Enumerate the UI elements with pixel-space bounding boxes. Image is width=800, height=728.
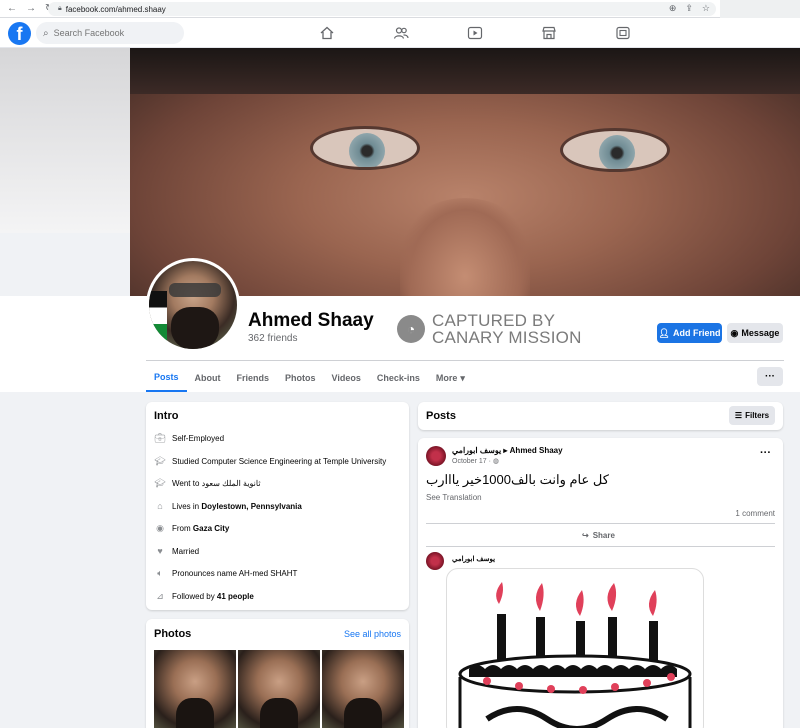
tab-friends[interactable]: Friends — [229, 364, 278, 392]
search-icon: ⌕ — [43, 27, 49, 39]
post-date[interactable]: October 17 · ◍ — [452, 457, 499, 465]
tab-about[interactable]: About — [187, 364, 229, 392]
search-input[interactable] — [53, 28, 164, 38]
intro-highschool: 🎓︎ Went to ثانوية الملك سعود — [154, 477, 261, 488]
filters-button[interactable]: ☰ Filters — [729, 406, 775, 425]
share-icon[interactable]: ⇪ — [685, 3, 693, 14]
intro-relationship: ♥ Married — [154, 546, 199, 556]
sliders-icon: ☰ — [734, 411, 743, 420]
share-arrow-icon: ↪ — [582, 531, 589, 540]
photos-grid — [154, 650, 404, 728]
watermark-line1: CAPTURED BY — [432, 311, 556, 330]
see-translation-link[interactable]: See Translation — [426, 493, 482, 502]
tab-photos[interactable]: Photos — [277, 364, 324, 392]
intro-card: Intro 💼︎ Self-Employed 🎓︎ Studied Comput… — [146, 402, 409, 610]
chevron-down-icon: ▾ — [460, 372, 465, 383]
briefcase-icon: 💼︎ — [154, 432, 166, 443]
photo-thumbnail[interactable] — [154, 650, 236, 728]
share-button[interactable]: ↪ Share — [582, 531, 615, 540]
graduation-cap-icon: 🎓︎ — [154, 477, 166, 488]
birthday-cake-sticker — [446, 568, 704, 728]
posts-title: Posts — [426, 410, 456, 422]
intro-work: 💼︎ Self-Employed — [154, 432, 225, 443]
cover-hood — [130, 48, 800, 94]
address-bar-icons: ⊕ ⇪ ☆ — [669, 3, 710, 14]
post-options-icon[interactable]: ··· — [760, 447, 771, 459]
commenter-avatar[interactable] — [426, 552, 444, 570]
message-button[interactable]: ◉ Message — [727, 323, 783, 343]
intro-title: Intro — [154, 410, 179, 422]
add-friend-icon: 👤︎ — [658, 327, 670, 338]
canary-logo-icon: ◔ — [397, 315, 425, 343]
facebook-topbar: f ⌕ — [0, 18, 800, 48]
tab-more[interactable]: More ▾ — [428, 364, 473, 392]
facebook-logo-icon[interactable]: f — [8, 22, 31, 45]
see-all-photos-link[interactable]: See all photos — [344, 629, 401, 639]
tab-videos[interactable]: Videos — [324, 364, 369, 392]
friends-icon[interactable] — [364, 22, 438, 44]
address-bar[interactable]: 🔒︎ facebook.com/ahmed.shaay — [48, 2, 716, 16]
marketplace-icon[interactable] — [512, 22, 586, 44]
add-friend-button[interactable]: 👤︎ Add Friend — [657, 323, 722, 343]
canary-mission-watermark: ◔ CAPTURED BY CANARY MISSION — [397, 312, 582, 346]
intro-pronunciation: 🔈︎ Pronounces name AH-med SHAHT — [154, 568, 297, 578]
cover-photo[interactable] — [130, 48, 800, 296]
rss-icon: ⊿ — [156, 590, 164, 601]
back-icon[interactable]: ← — [7, 3, 17, 14]
intro-education: 🎓︎ Studied Computer Science Engineering … — [154, 455, 387, 466]
cover-backdrop — [0, 48, 130, 233]
photos-card: Photos See all photos — [146, 619, 409, 728]
photo-thumbnail[interactable] — [322, 650, 404, 728]
friends-count[interactable]: 362 friends — [248, 333, 297, 344]
cover-nose — [400, 198, 530, 296]
comment-count[interactable]: 1 comment — [735, 509, 775, 518]
forward-icon[interactable]: → — [26, 3, 36, 14]
profile-tabs: Posts About Friends Photos Videos Check-… — [146, 364, 473, 392]
groups-icon[interactable] — [586, 22, 660, 44]
url-text: facebook.com/ahmed.shaay — [65, 4, 166, 14]
header-divider — [146, 360, 784, 361]
speaker-icon: 🔈︎ — [157, 567, 163, 578]
zoom-icon[interactable]: ⊕ — [669, 3, 677, 14]
location-pin-icon: ◉ — [156, 522, 164, 533]
home-icon: ⌂ — [157, 501, 163, 511]
post-card: يوسف ابورامي ▸ Ahmed Shaay October 17 · … — [418, 438, 783, 728]
tab-checkins[interactable]: Check-ins — [369, 364, 428, 392]
cover-eye-left — [310, 126, 420, 170]
lock-icon: 🔒︎ — [58, 5, 62, 12]
home-icon[interactable] — [290, 22, 364, 44]
post-text: كل عام وانت بالف1000خير يااارب — [426, 472, 609, 487]
intro-lives: ⌂ Lives in Doylestown, Pennsylvania — [154, 501, 302, 511]
post-author-avatar[interactable] — [426, 446, 446, 466]
watch-icon[interactable] — [438, 22, 512, 44]
browser-chrome: ← → ↻ 🔒︎ facebook.com/ahmed.shaay ⊕ ⇪ ☆ — [0, 0, 800, 18]
photo-thumbnail[interactable] — [238, 650, 320, 728]
bookmark-star-icon[interactable]: ☆ — [702, 3, 710, 14]
intro-from: ◉ From Gaza City — [154, 523, 229, 533]
extensions-area — [720, 0, 800, 18]
search-box[interactable]: ⌕ — [36, 22, 184, 44]
top-nav — [290, 22, 660, 44]
messenger-icon: ◉ — [730, 327, 739, 338]
cover-eye-right — [560, 128, 670, 172]
profile-avatar[interactable] — [146, 258, 240, 352]
posts-header-card: Posts ☰ Filters — [418, 402, 783, 430]
photos-title: Photos — [154, 628, 192, 640]
browser-nav: ← → ↻ — [0, 3, 53, 14]
post-author[interactable]: يوسف ابورامي ▸ Ahmed Shaay — [452, 446, 563, 455]
profile-name: Ahmed Shaay — [248, 310, 374, 331]
tab-posts[interactable]: Posts — [146, 364, 187, 392]
graduation-cap-icon: 🎓︎ — [154, 455, 166, 466]
commenter-name[interactable]: يوسف ابورامي — [452, 555, 495, 563]
profile-options-button[interactable]: ··· — [757, 367, 783, 386]
intro-followers: ⊿ Followed by 41 people — [154, 591, 254, 601]
watermark-line2: CANARY MISSION — [432, 328, 582, 347]
heart-icon: ♥ — [157, 546, 163, 556]
